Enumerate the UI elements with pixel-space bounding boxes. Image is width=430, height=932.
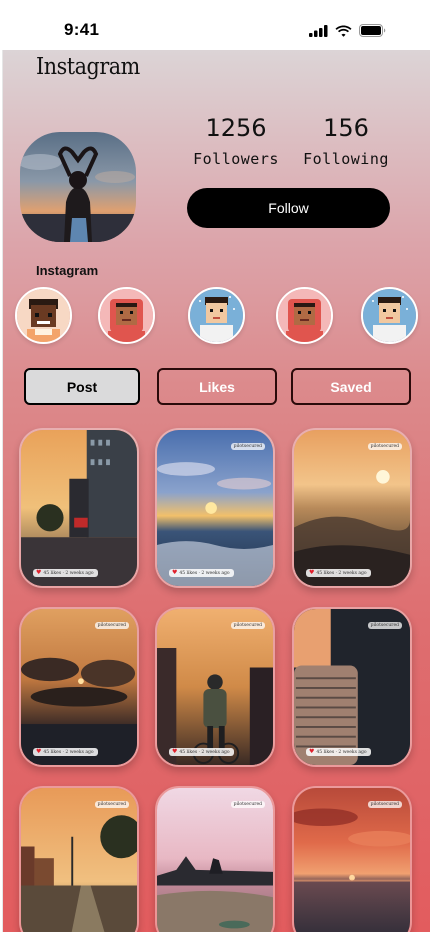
story-avatar[interactable]: [361, 287, 418, 344]
following-label: Following: [303, 150, 389, 168]
tab-post[interactable]: Post: [24, 368, 140, 405]
pixel-avatar-icon: [278, 289, 331, 342]
post-meta-text: 45 likes · 2 weeks ago: [316, 749, 367, 755]
cloudy-sunset-image: [21, 609, 137, 765]
post-thumbnail[interactable]: pilotsecured ♥ 45 likes · 2 weeks ago: [292, 428, 412, 588]
post-meta: ♥ 45 likes · 2 weeks ago: [33, 569, 98, 577]
heart-icon: ♥: [36, 748, 42, 755]
post-meta-text: 45 likes · 2 weeks ago: [179, 749, 230, 755]
red-sky-sea-image: [294, 788, 410, 932]
status-bar: 9:41: [0, 0, 430, 50]
tab-saved[interactable]: Saved: [291, 368, 411, 405]
post-meta: ♥ 45 likes · 2 weeks ago: [306, 569, 371, 577]
skyscraper-image: [294, 609, 410, 765]
post-username-tag: pilotsecured: [230, 622, 265, 629]
instagram-logo: Instagram: [36, 54, 140, 80]
post-meta-text: 45 likes · 2 weeks ago: [43, 749, 94, 755]
post-username-tag: pilotsecured: [367, 801, 402, 808]
post-username-tag: pilotsecured: [94, 801, 129, 808]
highlights-title: Instagram: [36, 263, 99, 278]
battery-icon: [359, 24, 386, 37]
post-thumbnail[interactable]: ♥ 45 likes · 2 weeks ago: [19, 428, 139, 588]
cyclist-street-image: [157, 609, 273, 765]
story-avatar[interactable]: [188, 287, 245, 344]
wifi-icon: [335, 25, 352, 37]
post-meta-text: 45 likes · 2 weeks ago: [316, 570, 367, 576]
post-meta: ♥ 45 likes · 2 weeks ago: [169, 569, 234, 577]
profile-avatar[interactable]: [20, 132, 136, 242]
pixel-avatar-icon: [100, 289, 153, 342]
heart-icon: ♥: [172, 569, 178, 576]
post-meta: ♥ 45 likes · 2 weeks ago: [33, 748, 98, 756]
status-time: 9:41: [64, 20, 100, 39]
tab-likes[interactable]: Likes: [157, 368, 277, 405]
post-thumbnail[interactable]: pilotsecured ♥ 45 likes · 2 weeks ago: [155, 607, 275, 767]
pastel-beach-image: [157, 788, 273, 932]
profile-photo-image: [20, 132, 136, 242]
story-avatar[interactable]: [98, 287, 155, 344]
post-thumbnail[interactable]: pilotsecured: [19, 786, 139, 932]
heart-icon: ♥: [309, 569, 315, 576]
post-thumbnail[interactable]: pilotsecured: [155, 786, 275, 932]
golden-sea-image: [294, 430, 410, 586]
post-meta: ♥ 45 likes · 2 weeks ago: [169, 748, 234, 756]
heart-icon: ♥: [309, 748, 315, 755]
post-thumbnail[interactable]: pilotsecured: [292, 786, 412, 932]
city-sunset-image: [21, 430, 137, 586]
follow-button[interactable]: Follow: [187, 188, 390, 228]
followers-count: 1256: [205, 114, 267, 142]
post-meta: ♥ 45 likes · 2 weeks ago: [306, 748, 371, 756]
status-icons: [309, 24, 386, 37]
followers-stat[interactable]: 1256 Followers: [193, 114, 278, 168]
post-meta-text: 45 likes · 2 weeks ago: [179, 570, 230, 576]
following-stat[interactable]: 156 Following: [303, 114, 388, 168]
post-username-tag: pilotsecured: [367, 622, 402, 629]
post-username-tag: pilotsecured: [230, 443, 265, 450]
story-avatar[interactable]: [15, 287, 72, 344]
pixel-avatar-icon: [190, 289, 243, 342]
heart-icon: ♥: [172, 748, 178, 755]
post-username-tag: pilotsecured: [230, 801, 265, 808]
pixel-avatar-icon: [363, 289, 416, 342]
story-avatar[interactable]: [276, 287, 333, 344]
post-thumbnail[interactable]: pilotsecured ♥ 45 likes · 2 weeks ago: [19, 607, 139, 767]
profile-screen: Instagram 1256 Followers 156 Following F…: [2, 50, 430, 932]
pixel-avatar-icon: [17, 289, 70, 342]
ocean-sunset-image: [157, 430, 273, 586]
street-sunset-image: [21, 788, 137, 932]
followers-label: Followers: [193, 150, 279, 168]
post-username-tag: pilotsecured: [367, 443, 402, 450]
post-thumbnail[interactable]: pilotsecured ♥ 45 likes · 2 weeks ago: [292, 607, 412, 767]
following-count: 156: [323, 114, 369, 142]
post-meta-text: 45 likes · 2 weeks ago: [43, 570, 94, 576]
post-thumbnail[interactable]: pilotsecured ♥ 45 likes · 2 weeks ago: [155, 428, 275, 588]
cellular-signal-icon: [309, 24, 328, 37]
post-username-tag: pilotsecured: [94, 622, 129, 629]
heart-icon: ♥: [36, 569, 42, 576]
